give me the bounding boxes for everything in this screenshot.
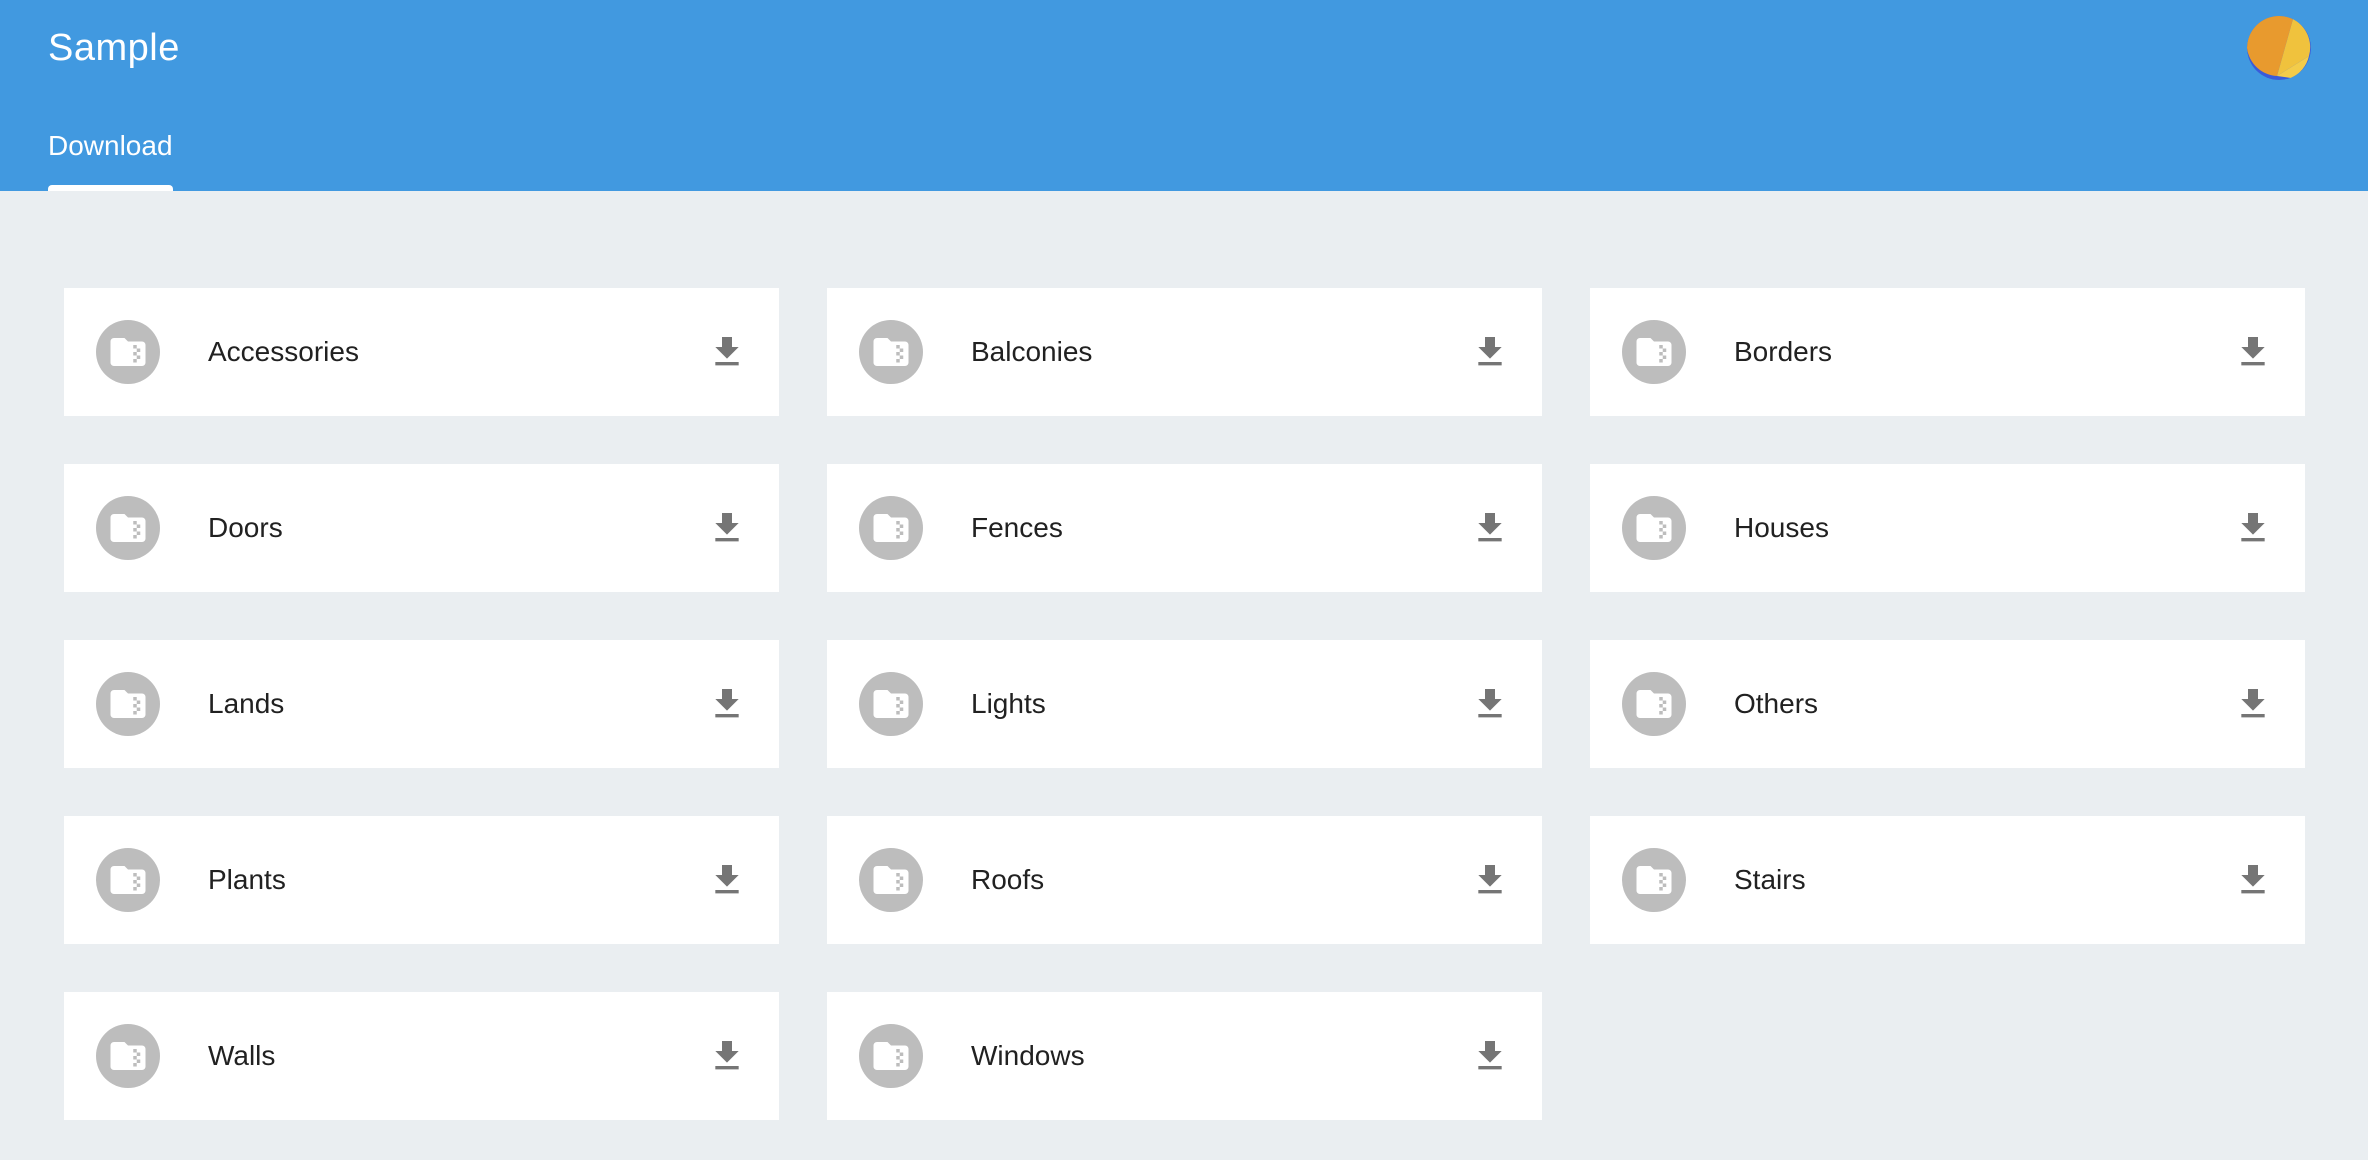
download-icon[interactable] (707, 684, 747, 724)
app-bar: Sample Download (0, 0, 2368, 191)
card-label: Walls (208, 1040, 276, 1071)
download-card-doors[interactable]: Doors (64, 464, 779, 592)
download-card-balconies[interactable]: Balconies (827, 288, 1542, 416)
folder-zip-icon (96, 672, 160, 736)
download-icon[interactable] (1470, 1036, 1510, 1076)
download-icon[interactable] (1470, 860, 1510, 900)
folder-zip-icon (96, 1024, 160, 1088)
card-label: Roofs (971, 864, 1045, 895)
card-label: Borders (1734, 336, 1833, 367)
card-label: Lights (971, 688, 1046, 719)
download-card-houses[interactable]: Houses (1590, 464, 2305, 592)
download-card-lights[interactable]: Lights (827, 640, 1542, 768)
folder-zip-icon (96, 320, 160, 384)
avatar[interactable] (2247, 16, 2311, 80)
download-card-windows[interactable]: Windows (827, 992, 1542, 1120)
folder-zip-icon (859, 848, 923, 912)
card-label: Stairs (1734, 864, 1806, 895)
download-card-plants[interactable]: Plants (64, 816, 779, 944)
download-icon[interactable] (2233, 860, 2273, 900)
tab-download-label: Download (48, 130, 173, 161)
folder-zip-icon (859, 672, 923, 736)
tab-bar: Download (48, 120, 173, 191)
download-icon[interactable] (2233, 684, 2273, 724)
folder-zip-icon (1622, 848, 1686, 912)
download-icon[interactable] (707, 332, 747, 372)
card-label: Balconies (971, 336, 1093, 367)
card-label: Houses (1734, 512, 1829, 543)
folder-zip-icon (859, 1024, 923, 1088)
download-card-fences[interactable]: Fences (827, 464, 1542, 592)
download-card-borders[interactable]: Borders (1590, 288, 2305, 416)
tab-download[interactable]: Download (48, 120, 173, 191)
download-icon[interactable] (1470, 332, 1510, 372)
download-icon[interactable] (707, 1036, 747, 1076)
download-icon[interactable] (1470, 508, 1510, 548)
download-card-lands[interactable]: Lands (64, 640, 779, 768)
card-label: Lands (208, 688, 285, 719)
card-label: Plants (208, 864, 286, 895)
card-label: Doors (208, 512, 283, 543)
download-card-others[interactable]: Others (1590, 640, 2305, 768)
card-label: Others (1734, 688, 1819, 719)
download-icon[interactable] (707, 860, 747, 900)
card-label: Windows (971, 1040, 1085, 1071)
folder-zip-icon (1622, 496, 1686, 560)
download-card-roofs[interactable]: Roofs (827, 816, 1542, 944)
folder-zip-icon (859, 496, 923, 560)
card-label: Fences (971, 512, 1063, 543)
folder-zip-icon (96, 496, 160, 560)
download-grid: Accessories Balconies Borders Doors Fenc… (64, 288, 2305, 1120)
download-icon[interactable] (707, 508, 747, 548)
download-icon[interactable] (2233, 508, 2273, 548)
avatar-icon (2247, 16, 2311, 80)
folder-zip-icon (859, 320, 923, 384)
card-label: Accessories (208, 336, 359, 367)
download-icon[interactable] (1470, 684, 1510, 724)
download-card-walls[interactable]: Walls (64, 992, 779, 1120)
download-icon[interactable] (2233, 332, 2273, 372)
app-title: Sample (48, 27, 180, 69)
folder-zip-icon (1622, 672, 1686, 736)
folder-zip-icon (96, 848, 160, 912)
folder-zip-icon (1622, 320, 1686, 384)
download-card-accessories[interactable]: Accessories (64, 288, 779, 416)
active-tab-indicator (48, 185, 173, 191)
download-card-stairs[interactable]: Stairs (1590, 816, 2305, 944)
